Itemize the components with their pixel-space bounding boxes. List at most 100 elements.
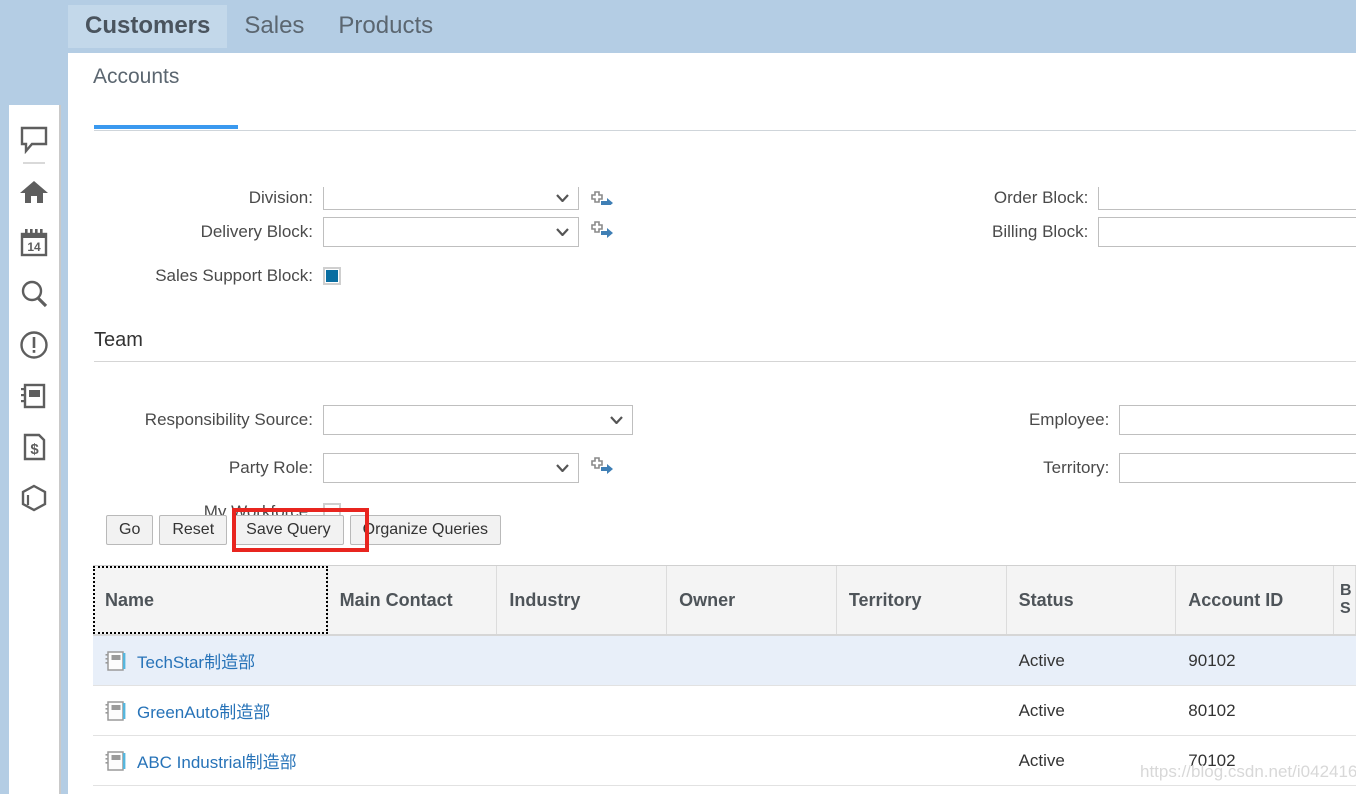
table-header-main-contact[interactable]: Main Contact	[328, 566, 498, 634]
field-delivery-block-label: Delivery Block:	[200, 222, 313, 241]
field-order-block: Order Block:	[898, 183, 1356, 213]
field-billing-block: Billing Block:	[898, 217, 1356, 247]
delivery-block-multi-value-icon[interactable]	[590, 221, 614, 243]
division-select[interactable]	[323, 186, 579, 210]
field-employee-label: Employee:	[1028, 410, 1110, 429]
notebook-icon[interactable]	[17, 379, 51, 413]
tab-accounts[interactable]: Accounts	[93, 65, 179, 101]
shell-header: Customers Sales Products	[0, 0, 1356, 53]
order-block-select[interactable]	[1098, 186, 1356, 210]
table-header-clipped[interactable]: B S	[1334, 566, 1356, 634]
section-team-title: Team	[94, 329, 143, 351]
table-cell-clipped	[1334, 686, 1356, 735]
sidebar-divider	[23, 162, 45, 164]
field-party-role: Party Role:	[68, 453, 728, 483]
table-cell-name: TechStar制造部	[93, 636, 328, 685]
division-multi-value-icon[interactable]	[590, 191, 614, 205]
app-root: Customers Sales Products 14 $ Accounts D…	[0, 0, 1356, 794]
table-cell-clipped	[1334, 736, 1356, 785]
table-header-industry[interactable]: Industry	[497, 566, 668, 634]
field-party-role-label: Party Role:	[228, 458, 313, 477]
field-employee: Employee:	[948, 405, 1356, 435]
table-header-owner[interactable]: Owner	[667, 566, 837, 634]
chevron-down-icon	[556, 228, 569, 236]
table-header-name[interactable]: Name	[93, 566, 328, 634]
sales-support-block-checkbox[interactable]	[323, 267, 341, 285]
field-responsibility-source-label: Responsibility Source:	[144, 410, 313, 429]
save-query-button[interactable]: Save Query	[233, 515, 344, 545]
table-cell-owner	[667, 636, 837, 685]
party-role-select[interactable]	[323, 453, 579, 483]
billing-block-select[interactable]	[1098, 217, 1356, 247]
table-row[interactable]: TechStar制造部 Active 90102	[93, 636, 1356, 686]
account-name-link[interactable]: GreenAuto制造部	[137, 698, 270, 723]
delivery-block-select[interactable]	[323, 217, 579, 247]
table-cell-name: GreenAuto制造部	[93, 686, 328, 735]
table-cell-status: Active	[1018, 650, 1065, 670]
table-cell-owner	[667, 736, 837, 785]
territory-input[interactable]	[1119, 453, 1356, 483]
chevron-down-icon	[556, 464, 569, 472]
account-card-icon	[105, 700, 126, 721]
table-cell-account-id: 70102	[1188, 750, 1236, 770]
party-role-multi-value-icon[interactable]	[590, 457, 614, 479]
action-button-row: Go Reset Save Query Organize Queries	[106, 515, 502, 545]
chevron-down-icon	[556, 193, 569, 202]
shell-tab-bar: Customers Sales Products	[68, 0, 450, 53]
employee-input[interactable]	[1119, 405, 1356, 435]
table-row[interactable]: GreenAuto制造部 Active 80102	[93, 686, 1356, 736]
reset-button[interactable]: Reset	[159, 515, 228, 545]
field-division-label: Division:	[248, 188, 313, 207]
table-cell-status: Active	[1018, 750, 1065, 770]
tab-accounts-indicator	[94, 125, 238, 129]
table-cell-industry	[497, 736, 667, 785]
chevron-down-icon	[610, 416, 623, 424]
field-order-block-label: Order Block:	[993, 188, 1089, 207]
shell-tab-sales[interactable]: Sales	[227, 5, 321, 48]
table-cell-industry	[497, 686, 667, 735]
table-cell-main-contact	[328, 686, 498, 735]
table-row[interactable]: ABC Industrial制造部 Active 70102	[93, 736, 1356, 786]
account-card-icon	[105, 650, 126, 671]
table-header-status[interactable]: Status	[1007, 566, 1177, 634]
chat-bubble-icon[interactable]	[17, 123, 51, 157]
account-card-icon	[105, 750, 126, 771]
table-cell-owner	[667, 686, 837, 735]
table-cell-territory	[837, 636, 1007, 685]
box-icon[interactable]	[17, 481, 51, 515]
table-header-account-id[interactable]: Account ID	[1176, 566, 1335, 634]
accounts-results-table: Name Main Contact Industry Owner Territo…	[93, 565, 1356, 786]
go-button[interactable]: Go	[106, 515, 154, 545]
table-cell-territory	[837, 686, 1007, 735]
checkbox-indeterminate-mark	[326, 270, 338, 282]
table-cell-account-id: 90102	[1188, 650, 1236, 670]
search-icon[interactable]	[17, 277, 51, 311]
shell-tab-customers[interactable]: Customers	[68, 5, 228, 48]
field-sales-support-block-label: Sales Support Block:	[155, 266, 313, 285]
field-division: Division:	[68, 183, 628, 213]
shell-tab-products[interactable]: Products	[321, 5, 450, 48]
field-territory: Territory:	[948, 453, 1356, 483]
responsibility-source-select[interactable]	[323, 405, 633, 435]
svg-text:14: 14	[27, 240, 41, 254]
table-cell-territory	[837, 736, 1007, 785]
organize-queries-button[interactable]: Organize Queries	[349, 515, 502, 545]
table-cell-account-id: 80102	[1188, 700, 1236, 720]
home-icon[interactable]	[17, 175, 51, 209]
field-territory-label: Territory:	[1043, 458, 1110, 477]
table-header-territory[interactable]: Territory	[837, 566, 1007, 634]
calendar-icon[interactable]: 14	[17, 226, 51, 260]
dollar-document-icon[interactable]: $	[17, 430, 51, 464]
field-billing-block-label: Billing Block:	[992, 222, 1089, 241]
table-cell-name: ABC Industrial制造部	[93, 736, 328, 785]
table-cell-clipped	[1334, 636, 1356, 685]
table-cell-main-contact	[328, 736, 498, 785]
alert-circle-icon[interactable]	[17, 328, 51, 362]
section-team-divider	[94, 361, 1356, 362]
account-name-link[interactable]: TechStar制造部	[137, 648, 255, 673]
table-cell-main-contact	[328, 636, 498, 685]
account-name-link[interactable]: ABC Industrial制造部	[137, 748, 297, 773]
sub-tab-bar	[94, 75, 1356, 131]
svg-text:$: $	[30, 441, 39, 458]
main-panel: Accounts Division: Delivery Block: Sales…	[68, 53, 1356, 794]
